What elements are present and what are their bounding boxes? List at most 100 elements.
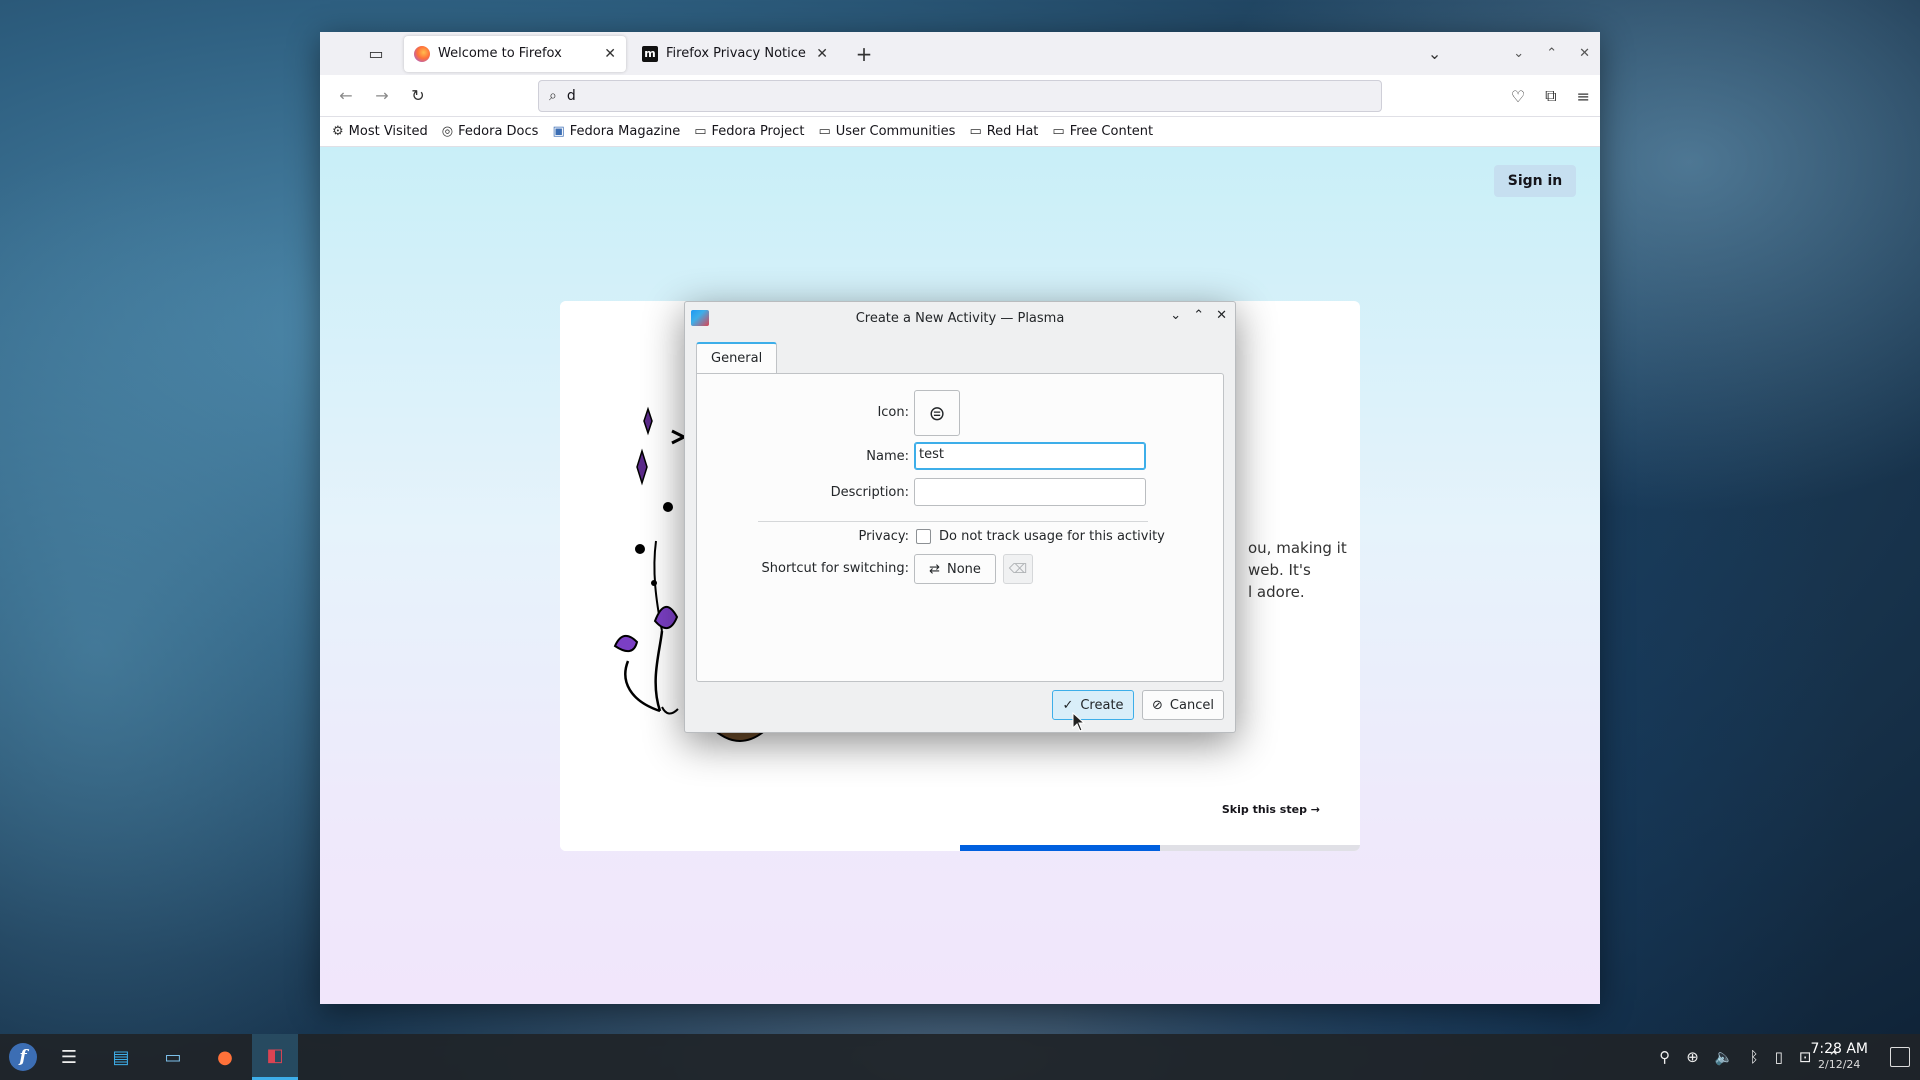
skip-step-link[interactable]: Skip this step → xyxy=(1222,803,1320,816)
folder-icon: ▭ xyxy=(694,124,707,139)
tab-label: Firefox Privacy Notice — Mozilla xyxy=(666,46,810,61)
folder-icon: ▭ xyxy=(1052,124,1065,139)
create-button[interactable]: ✓ Create xyxy=(1052,690,1134,720)
kde-connect-icon[interactable]: ⚲ xyxy=(1659,1048,1670,1066)
dialog-title: Create a New Activity — Plasma xyxy=(855,310,1065,326)
icon-label: Icon: xyxy=(877,405,909,420)
extensions-icon[interactable]: ⧉ xyxy=(1545,86,1556,106)
tab-close-icon[interactable]: ✕ xyxy=(816,46,828,62)
welcome-text: ou, making it web. It's l adore. xyxy=(1248,537,1358,603)
bookmark-label: Most Visited xyxy=(348,124,428,139)
icon-picker-button[interactable]: ⊜ xyxy=(914,390,960,436)
shortcut-icon: ⇄ xyxy=(929,561,940,577)
volume-icon[interactable]: 🔈 xyxy=(1715,1048,1734,1066)
pocket-icon[interactable]: ♡ xyxy=(1511,87,1525,106)
show-desktop-icon[interactable] xyxy=(1890,1047,1910,1067)
create-activity-dialog: Create a New Activity — Plasma ⌄ ⌃ ✕ Gen… xyxy=(684,301,1236,733)
updates-icon[interactable]: ⊕ xyxy=(1686,1048,1699,1066)
privacy-checkbox[interactable] xyxy=(916,529,931,544)
sign-in-button[interactable]: Sign in xyxy=(1494,165,1576,197)
close-window-icon[interactable]: ✕ xyxy=(1579,46,1590,61)
tab-general[interactable]: General xyxy=(696,342,778,373)
bookmark-label: Fedora Magazine xyxy=(569,124,681,139)
reload-icon[interactable]: ↻ xyxy=(400,86,436,105)
create-label: Create xyxy=(1080,697,1124,713)
folder-icon: ▭ xyxy=(969,124,982,139)
clock-date: 2/12/24 xyxy=(1818,1058,1861,1071)
bookmark-label: Red Hat xyxy=(986,124,1039,139)
dialog-titlebar[interactable]: Create a New Activity — Plasma ⌄ ⌃ ✕ xyxy=(685,302,1235,334)
cancel-icon: ⊘ xyxy=(1152,697,1163,713)
firefox-favicon-icon xyxy=(414,45,430,62)
tab-close-icon[interactable]: ✕ xyxy=(604,46,616,62)
gear-icon: ⚙ xyxy=(332,124,344,139)
tab-label: Welcome to Firefox xyxy=(438,46,562,61)
name-label: Name: xyxy=(866,449,909,464)
minimize-icon[interactable]: ⌄ xyxy=(1170,308,1181,323)
menu-icon[interactable]: ≡ xyxy=(1577,87,1590,106)
backspace-icon: ⌫ xyxy=(1008,561,1028,577)
activities-icon: ◧ xyxy=(266,1045,284,1066)
nav-bar: ← → ↻ ⌕ d ♡ ⧉ ≡ xyxy=(320,75,1600,117)
taskbar-discover[interactable]: ▤ xyxy=(98,1034,144,1080)
onboarding-progress xyxy=(960,845,1360,851)
search-icon: ⌕ xyxy=(549,88,557,104)
magazine-icon: ▣ xyxy=(552,124,565,139)
cancel-button[interactable]: ⊘ Cancel xyxy=(1142,690,1224,720)
taskbar-firefox[interactable]: ● xyxy=(202,1034,248,1080)
tab-welcome[interactable]: Welcome to Firefox ✕ xyxy=(404,35,626,72)
bookmark-fedora-magazine[interactable]: ▣ Fedora Magazine xyxy=(552,124,680,139)
close-icon[interactable]: ✕ xyxy=(1216,308,1227,323)
folder-icon: ▭ xyxy=(818,124,831,139)
bookmark-label: Fedora Docs xyxy=(458,124,539,139)
clear-shortcut-button[interactable]: ⌫ xyxy=(1003,554,1033,584)
removable-devices-icon[interactable]: ▯ xyxy=(1775,1048,1783,1066)
store-icon: ▤ xyxy=(112,1046,130,1068)
bookmark-label: User Communities xyxy=(835,124,956,139)
maximize-icon[interactable]: ⌃ xyxy=(1193,308,1204,323)
forward-icon[interactable]: → xyxy=(364,86,400,105)
bookmark-red-hat[interactable]: ▭ Red Hat xyxy=(969,124,1038,139)
shortcut-button[interactable]: ⇄ None xyxy=(914,554,996,584)
list-all-tabs-icon[interactable]: ⌄ xyxy=(1428,44,1441,63)
bookmark-user-communities[interactable]: ▭ User Communities xyxy=(818,124,955,139)
progress-fill xyxy=(960,845,1160,851)
bookmarks-toolbar: ⚙ Most Visited ◎ Fedora Docs ▣ Fedora Magaz… xyxy=(320,117,1600,147)
url-input[interactable]: d xyxy=(567,88,576,104)
description-input[interactable] xyxy=(914,478,1146,506)
taskbar-settings[interactable]: ☰ xyxy=(46,1034,92,1080)
plasma-taskbar: f ☰ ▤ ▭ ● ◧ ⚲ ⊕ 🔈 ᛒ ▯ ⊡ ⌃ 7:28 AM 2/12/2… xyxy=(0,1034,1920,1080)
welcome-text-line: web. It's xyxy=(1248,561,1311,579)
tab-privacy-notice[interactable]: m Firefox Privacy Notice — Mozilla ✕ xyxy=(632,36,838,72)
bluetooth-icon[interactable]: ᛒ xyxy=(1750,1048,1759,1066)
new-tab-icon[interactable]: + xyxy=(850,42,878,66)
mozilla-favicon-icon: m xyxy=(642,45,658,62)
application-launcher[interactable]: f xyxy=(0,1034,46,1080)
bookmark-fedora-docs[interactable]: ◎ Fedora Docs xyxy=(442,124,539,139)
dialog-window-controls: ⌄ ⌃ ✕ xyxy=(1170,308,1227,323)
bookmark-fedora-project[interactable]: ▭ Fedora Project xyxy=(694,124,804,139)
check-icon: ✓ xyxy=(1062,697,1074,713)
taskbar-files[interactable]: ▭ xyxy=(150,1034,196,1080)
back-icon[interactable]: ← xyxy=(328,86,364,105)
tab-bar: ▭ Welcome to Firefox ✕ m Firefox Privacy… xyxy=(320,32,1600,75)
fedora-logo-icon: f xyxy=(9,1043,37,1071)
bookmark-label: Fedora Project xyxy=(711,124,805,139)
tab-overview-icon[interactable]: ▭ xyxy=(354,37,398,71)
welcome-text-line: ou, making it xyxy=(1248,539,1347,557)
maximize-icon[interactable]: ⌃ xyxy=(1546,46,1557,61)
globe-icon: ◎ xyxy=(441,124,454,139)
privacy-checkbox-label[interactable]: Do not track usage for this activity xyxy=(939,529,1165,544)
minimize-icon[interactable]: ⌄ xyxy=(1513,46,1524,61)
digital-clock[interactable]: 7:28 AM 2/12/24 xyxy=(1810,1040,1868,1072)
activity-icon: ⊜ xyxy=(928,401,946,425)
dialog-tabs: General xyxy=(696,342,778,373)
taskbar-plasma-activities[interactable]: ◧ xyxy=(252,1034,298,1080)
bookmark-free-content[interactable]: ▭ Free Content xyxy=(1052,124,1153,139)
mouse-cursor-icon xyxy=(1072,712,1086,732)
url-bar[interactable]: ⌕ d xyxy=(538,80,1382,112)
bookmark-most-visited[interactable]: ⚙ Most Visited xyxy=(332,124,428,139)
name-input[interactable]: test xyxy=(914,442,1146,470)
firefox-icon: ● xyxy=(217,1046,233,1068)
bookmark-label: Free Content xyxy=(1069,124,1154,139)
